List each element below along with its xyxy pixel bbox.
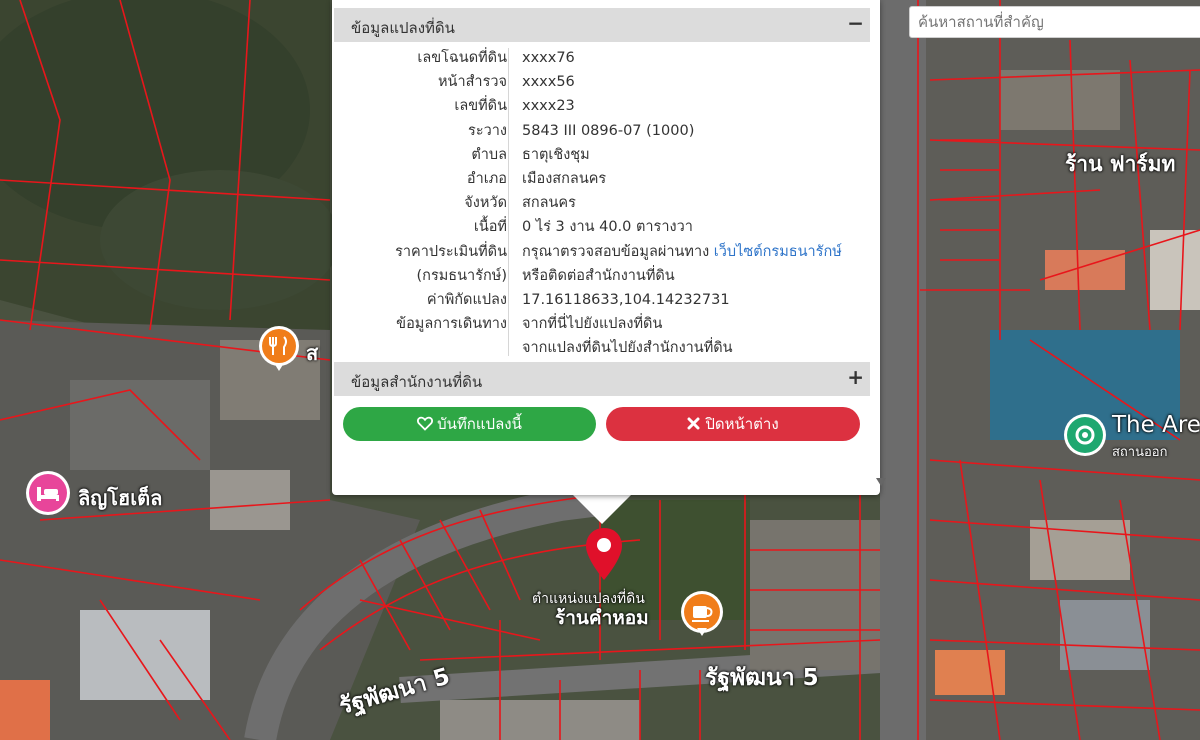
coord-row: ค่าพิกัดแปลง 17.16118633,104.14232731 [334,288,870,312]
row-label: ตำบล [471,146,507,163]
close-icon [687,417,700,430]
row-value: xxxx56 [522,74,575,91]
popup-pointer [572,494,632,524]
price-label-sub: (กรมธนารักษ์) [416,267,507,284]
landmark-sublabel: สถานออก [1112,445,1168,460]
row-label: ระวาง [468,122,507,139]
row-value: 0 ไร่ 3 งาน 40.0 ตารางวา [522,219,693,236]
row-value: ธาตุเชิงชุม [522,146,590,163]
parcel-section-title: ข้อมูลแปลงที่ดิน [351,19,455,37]
restaurant-icon [259,326,299,371]
info-row: ระวาง 5843 III 0896-07 (1000) [334,119,870,143]
row-value: สกลนคร [522,195,576,212]
travel-row: ข้อมูลการเดินทาง จากที่นี่ไปยังแปลงที่ดิ… [334,312,870,336]
office-section-header[interactable]: ข้อมูลสำนักงานที่ดิน + [334,362,870,396]
close-window-button[interactable]: ปิดหน้าต่าง [606,407,860,441]
collapse-toggle[interactable]: − [847,12,864,34]
info-row: เนื้อที่ 0 ไร่ 3 งาน 40.0 ตารางวา [334,215,870,239]
row-label: เลขโฉนดที่ดิน [417,50,507,66]
price-row: ราคาประเมินที่ดิน กรุณาตรวจสอบข้อมูลผ่าน… [334,240,870,264]
row-value: xxxx23 [522,98,575,115]
office-section-title: ข้อมูลสำนักงานที่ดิน [351,373,483,391]
shop-label-right: ร้าน ฟาร์มท [1065,152,1176,176]
landmark-poi[interactable] [1063,413,1107,461]
row-value: xxxx76 [522,50,575,66]
save-button-label: บันทึกแปลงนี้ [437,415,522,433]
place-search-input[interactable] [909,6,1200,38]
row-value: เมืองสกลนคร [522,170,607,187]
directions-to-parcel-link[interactable]: จากที่นี่ไปยังแปลงที่ดิน [522,312,662,336]
directions-to-office-link[interactable]: จากแปลงที่ดินไปยังสำนักงานที่ดิน [522,336,733,360]
price-label: ราคาประเมินที่ดิน [395,243,507,260]
landmark-icon [1064,414,1106,456]
price-text: กรุณาตรวจสอบข้อมูลผ่านทาง [522,243,710,260]
parcel-section-header[interactable]: ข้อมูลแปลงที่ดิน − [334,8,870,42]
info-row: หน้าสำรวจ xxxx56 [334,70,870,94]
info-row: ตำบล ธาตุเชิงชุม [334,143,870,167]
map-pin-icon [586,528,622,580]
hotel-icon [26,471,70,515]
row-label: อำเภอ [466,170,507,187]
travel-row-2: จากแปลงที่ดินไปยังสำนักงานที่ดิน [334,336,870,360]
row-label: หน้าสำรวจ [437,74,507,91]
row-label: จังหวัด [464,195,507,212]
treasury-website-link[interactable]: เว็บไซต์กรมธนารักษ์ [714,244,842,260]
travel-label: ข้อมูลการเดินทาง [396,316,507,333]
info-row: อำเภอ เมืองสกลนคร [334,167,870,191]
price-text-2: หรือติดต่อสำนักงานที่ดิน [522,267,675,284]
save-parcel-button[interactable]: บันทึกแปลงนี้ [343,407,596,441]
landmark-label: The Are [1112,412,1200,438]
restaurant-poi[interactable] [258,325,300,377]
restaurant-label: ส [306,341,319,365]
scroll-down-icon[interactable] [876,478,886,486]
hotel-label: ลิญโฮเต็ล [78,486,163,510]
hotel-poi[interactable] [25,470,71,520]
row-label: เนื้อที่ [473,219,507,236]
row-label: เลขที่ดิน [454,98,507,115]
heart-icon [417,416,434,431]
parcel-info-table: เลขโฉนดที่ดิน xxxx76 หน้าสำรวจ xxxx56 เลขท… [334,46,870,360]
cafe-icon [681,591,723,636]
expand-toggle[interactable]: + [847,366,864,388]
info-row: จังหวัด สกลนคร [334,191,870,215]
info-row: เลขที่ดิน xxxx23 [334,94,870,118]
row-value: 5843 III 0896-07 (1000) [522,122,695,139]
cafe-poi[interactable] [680,590,724,642]
pin-label: ตำแหน่งแปลงที่ดิน [532,591,645,607]
coord-link[interactable]: 17.16118633,104.14232731 [522,288,730,312]
price-row-2: (กรมธนารักษ์) หรือติดต่อสำนักงานที่ดิน [334,264,870,288]
parcel-info-popup: ข้อมูลแปลงที่ดิน − เลขโฉนดที่ดิน xxxx76 ห… [332,0,886,495]
coord-label: ค่าพิกัดแปลง [426,291,507,308]
price-value: กรุณาตรวจสอบข้อมูลผ่านทาง เว็บไซต์กรมธนา… [522,240,842,264]
info-row: เลขโฉนดที่ดิน xxxx76 [334,46,870,70]
road-label-right: รัฐพัฒนา 5 [705,665,819,691]
close-button-label: ปิดหน้าต่าง [705,415,779,433]
